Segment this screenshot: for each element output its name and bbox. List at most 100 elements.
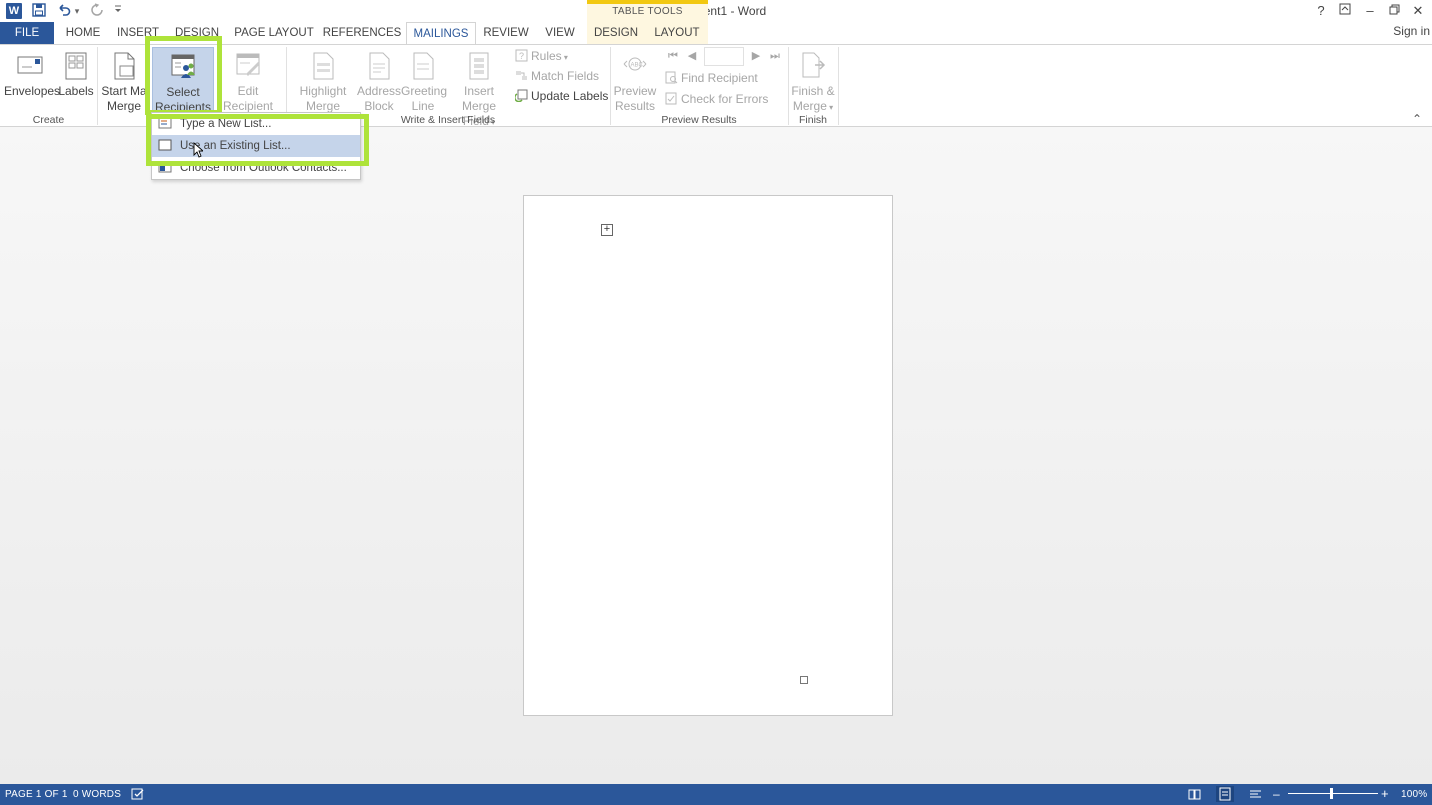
- finish-merge-label-2: Merge: [792, 99, 827, 113]
- match-fields-icon: [516, 71, 527, 80]
- envelopes-label: Envelopes: [4, 84, 61, 98]
- table-move-handle-icon[interactable]: +: [601, 224, 613, 236]
- preview-results-label-2: Results: [614, 99, 655, 113]
- find-recipient-button[interactable]: Find Recipient: [665, 68, 758, 88]
- insert-merge-field-label-1: Insert Merge: [461, 84, 496, 113]
- record-number-input[interactable]: [704, 47, 744, 66]
- tab-review[interactable]: REVIEW: [480, 22, 532, 44]
- address-block-label-2: Block: [364, 99, 394, 113]
- tab-table-design[interactable]: DESIGN: [590, 22, 642, 44]
- insert-merge-field-button[interactable]: Insert Merge Field ▾: [447, 47, 511, 128]
- table-tools-header: TABLE TOOLS: [587, 0, 708, 22]
- finish-merge-label-1: Finish &: [791, 84, 835, 98]
- start-mail-merge-label-2: Merge: [106, 99, 141, 113]
- envelopes-button[interactable]: Envelopes: [4, 47, 60, 111]
- edit-recipient-list-button[interactable]: Edit Recipient List: [214, 47, 282, 128]
- greeting-line-label-1: Greeting: [401, 84, 448, 98]
- edit-list-icon: [236, 53, 260, 76]
- preview-results-button[interactable]: ABC Preview Results: [612, 47, 658, 113]
- update-labels-label: Update Labels: [531, 89, 609, 103]
- restore-icon[interactable]: [1382, 2, 1406, 20]
- save-icon[interactable]: [31, 3, 47, 19]
- first-record-icon[interactable]: ⏮: [666, 49, 680, 63]
- svg-text:?: ?: [519, 51, 524, 61]
- sign-in-link[interactable]: Sign in: [1393, 22, 1430, 40]
- help-icon[interactable]: ?: [1309, 2, 1333, 20]
- labels-icon: [65, 52, 87, 80]
- labels-button[interactable]: Labels: [58, 47, 94, 111]
- read-mode-icon[interactable]: [1188, 788, 1201, 803]
- update-labels-icon: [515, 89, 528, 102]
- customize-qat-icon[interactable]: [113, 3, 123, 19]
- edit-recipient-list-label-1: Edit: [237, 84, 259, 98]
- proofing-icon[interactable]: [131, 788, 145, 804]
- find-recipient-label: Find Recipient: [681, 71, 758, 85]
- highlight-merge-fields-label-1: Highlight: [299, 84, 347, 98]
- select-recipients-highlight: [145, 36, 222, 115]
- mouse-cursor-icon: [193, 142, 203, 158]
- match-fields-button[interactable]: Match Fields: [515, 66, 599, 86]
- svg-text:ABC: ABC: [631, 63, 644, 69]
- group-separator: [838, 47, 839, 125]
- tab-page-layout[interactable]: PAGE LAYOUT: [232, 22, 316, 44]
- check-for-errors-button[interactable]: Check for Errors: [665, 89, 768, 109]
- redo-icon[interactable]: [89, 3, 105, 19]
- table-resize-handle-icon[interactable]: [800, 676, 808, 684]
- preview-results-group-label: Preview Results: [661, 114, 737, 126]
- zoom-level[interactable]: 100%: [1401, 789, 1427, 800]
- find-icon: [665, 71, 678, 84]
- minimize-icon[interactable]: –: [1358, 2, 1382, 20]
- ribbon-display-options-icon[interactable]: [1333, 2, 1357, 20]
- tab-home[interactable]: HOME: [60, 22, 106, 44]
- zoom-slider-track[interactable]: [1288, 793, 1378, 794]
- undo-dropdown-icon[interactable]: ▾: [73, 3, 81, 19]
- zoom-slider-thumb[interactable]: [1330, 788, 1333, 799]
- greeting-line-icon: [413, 52, 434, 80]
- close-icon[interactable]: ✕: [1406, 2, 1430, 20]
- match-fields-label: Match Fields: [531, 69, 600, 83]
- finish-merge-button[interactable]: Finish & Merge ▾: [790, 47, 836, 113]
- rules-button[interactable]: ? Rules ▾: [515, 46, 568, 66]
- window-title: Document1 - Word: [665, 4, 767, 18]
- rules-icon: ?: [515, 49, 528, 62]
- title-bar: Document1 - Word: [0, 0, 1432, 22]
- table-tools-label: TABLE TOOLS: [612, 6, 683, 17]
- preview-results-label-1: Preview: [613, 84, 657, 98]
- last-record-icon[interactable]: ⏭: [768, 49, 782, 63]
- zoom-out-button[interactable]: –: [1273, 787, 1280, 801]
- address-block-button[interactable]: Address Block: [357, 47, 401, 113]
- next-record-icon[interactable]: ▶: [749, 49, 763, 63]
- highlight-merge-fields-button[interactable]: Highlight Merge Fields: [289, 47, 357, 128]
- start-mail-merge-button[interactable]: Start Ma Merge: [100, 47, 148, 113]
- rules-label: Rules: [531, 49, 562, 63]
- envelope-icon: [17, 56, 43, 74]
- collapse-ribbon-icon[interactable]: ⌃: [1412, 112, 1422, 126]
- labels-label: Labels: [58, 84, 94, 98]
- use-existing-list-highlight: [146, 114, 369, 166]
- word-count[interactable]: 0 WORDS: [73, 789, 121, 800]
- tab-view[interactable]: VIEW: [540, 22, 580, 44]
- check-errors-icon: [665, 92, 677, 105]
- previous-record-icon[interactable]: ◀: [685, 49, 699, 63]
- tab-table-layout[interactable]: LAYOUT: [650, 22, 704, 44]
- web-layout-icon[interactable]: [1249, 788, 1262, 803]
- status-bar: PAGE 1 OF 1 0 WORDS – + 100%: [0, 784, 1432, 805]
- check-for-errors-label: Check for Errors: [681, 92, 769, 106]
- preview-icon: ABC: [623, 57, 647, 71]
- tab-references[interactable]: REFERENCES: [322, 22, 402, 44]
- update-labels-button[interactable]: Update Labels: [515, 86, 608, 106]
- print-layout-icon[interactable]: [1216, 786, 1234, 802]
- word-logo-icon[interactable]: W: [6, 3, 22, 19]
- page-count[interactable]: PAGE 1 OF 1: [5, 789, 68, 800]
- highlight-fields-icon: [313, 52, 334, 80]
- tab-mailings[interactable]: MAILINGS: [406, 22, 476, 45]
- finish-group-label: Finish: [798, 114, 827, 126]
- document-icon: [114, 52, 135, 80]
- document-page[interactable]: [523, 195, 893, 716]
- zoom-in-button[interactable]: +: [1381, 786, 1389, 801]
- insert-field-icon: [469, 52, 489, 80]
- greeting-line-button[interactable]: Greeting Line: [401, 47, 448, 113]
- undo-icon[interactable]: [56, 3, 72, 19]
- greeting-line-label-2: Line: [411, 99, 435, 113]
- tab-file[interactable]: FILE: [0, 22, 54, 44]
